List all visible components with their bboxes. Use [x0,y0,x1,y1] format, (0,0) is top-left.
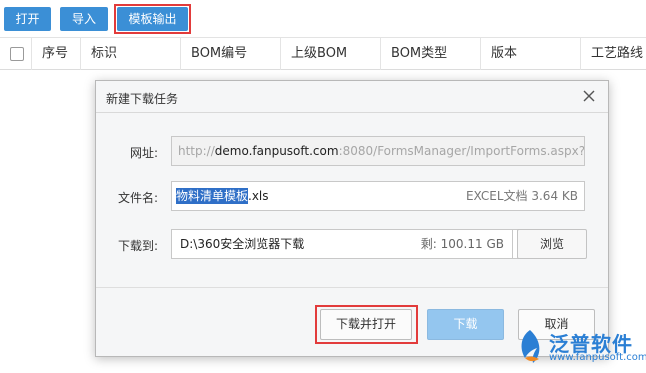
url-label: 网址: [129,146,158,160]
highlight-box [315,305,418,344]
file-type-size: EXCEL文档 3.64 KB [465,189,578,203]
download-to-label: 下载到: [117,239,158,253]
column-header[interactable]: 版本 [481,38,581,70]
import-button[interactable]: 导入 [60,7,108,31]
column-header[interactable]: BOM类型 [381,38,481,70]
download-dialog: 新建下载任务 网址: http://demo.fanpusoft.com:808… [95,80,609,357]
download-path-field[interactable]: D:\360安全浏览器下载 剩: 100.11 GB [171,229,513,259]
logo-icon [521,330,540,363]
column-header[interactable]: 标识 [81,38,181,70]
download-button[interactable]: 下载 [427,309,504,340]
filename-extension: .xls [248,189,269,203]
url-host: demo.fanpusoft.com [214,144,339,158]
free-space: 剩: 100.11 GB [420,237,504,251]
grid-header: 序号 标识 BOM编号 上级BOM BOM类型 版本 工艺路线 [0,38,646,70]
select-all-checkbox[interactable] [10,47,24,61]
dialog-title: 新建下载任务 [106,92,179,106]
url-field: http://demo.fanpusoft.com:8080/FormsMana… [171,136,585,166]
column-header[interactable]: BOM编号 [181,38,281,70]
divider [96,287,608,288]
filename-input[interactable]: 物料清单模板.xls EXCEL文档 3.64 KB [171,181,585,211]
browse-button[interactable]: 浏览 [517,229,587,259]
highlight-box [114,4,191,34]
close-icon[interactable] [580,87,598,105]
open-button[interactable]: 打开 [4,7,51,31]
download-path: D:\360安全浏览器下载 [180,237,305,251]
column-header[interactable]: 工艺路线 [581,38,646,70]
watermark-logo: 泛普软件 www.fanpusoft.com [513,326,646,370]
url-prefix: http:// [178,144,215,158]
url-rest: :8080/FormsManager/ImportForms.aspx?Fo [338,144,585,158]
column-header[interactable]: 上级BOM [281,38,381,70]
brand-url: www.fanpusoft.com [549,352,646,363]
column-header[interactable]: 序号 [32,38,81,70]
filename-label: 文件名: [117,191,158,205]
select-all-cell [0,38,32,70]
filename-selection: 物料清单模板 [176,188,249,204]
divider [96,112,608,113]
toolbar: 打开 导入 模板输出 [0,0,646,38]
